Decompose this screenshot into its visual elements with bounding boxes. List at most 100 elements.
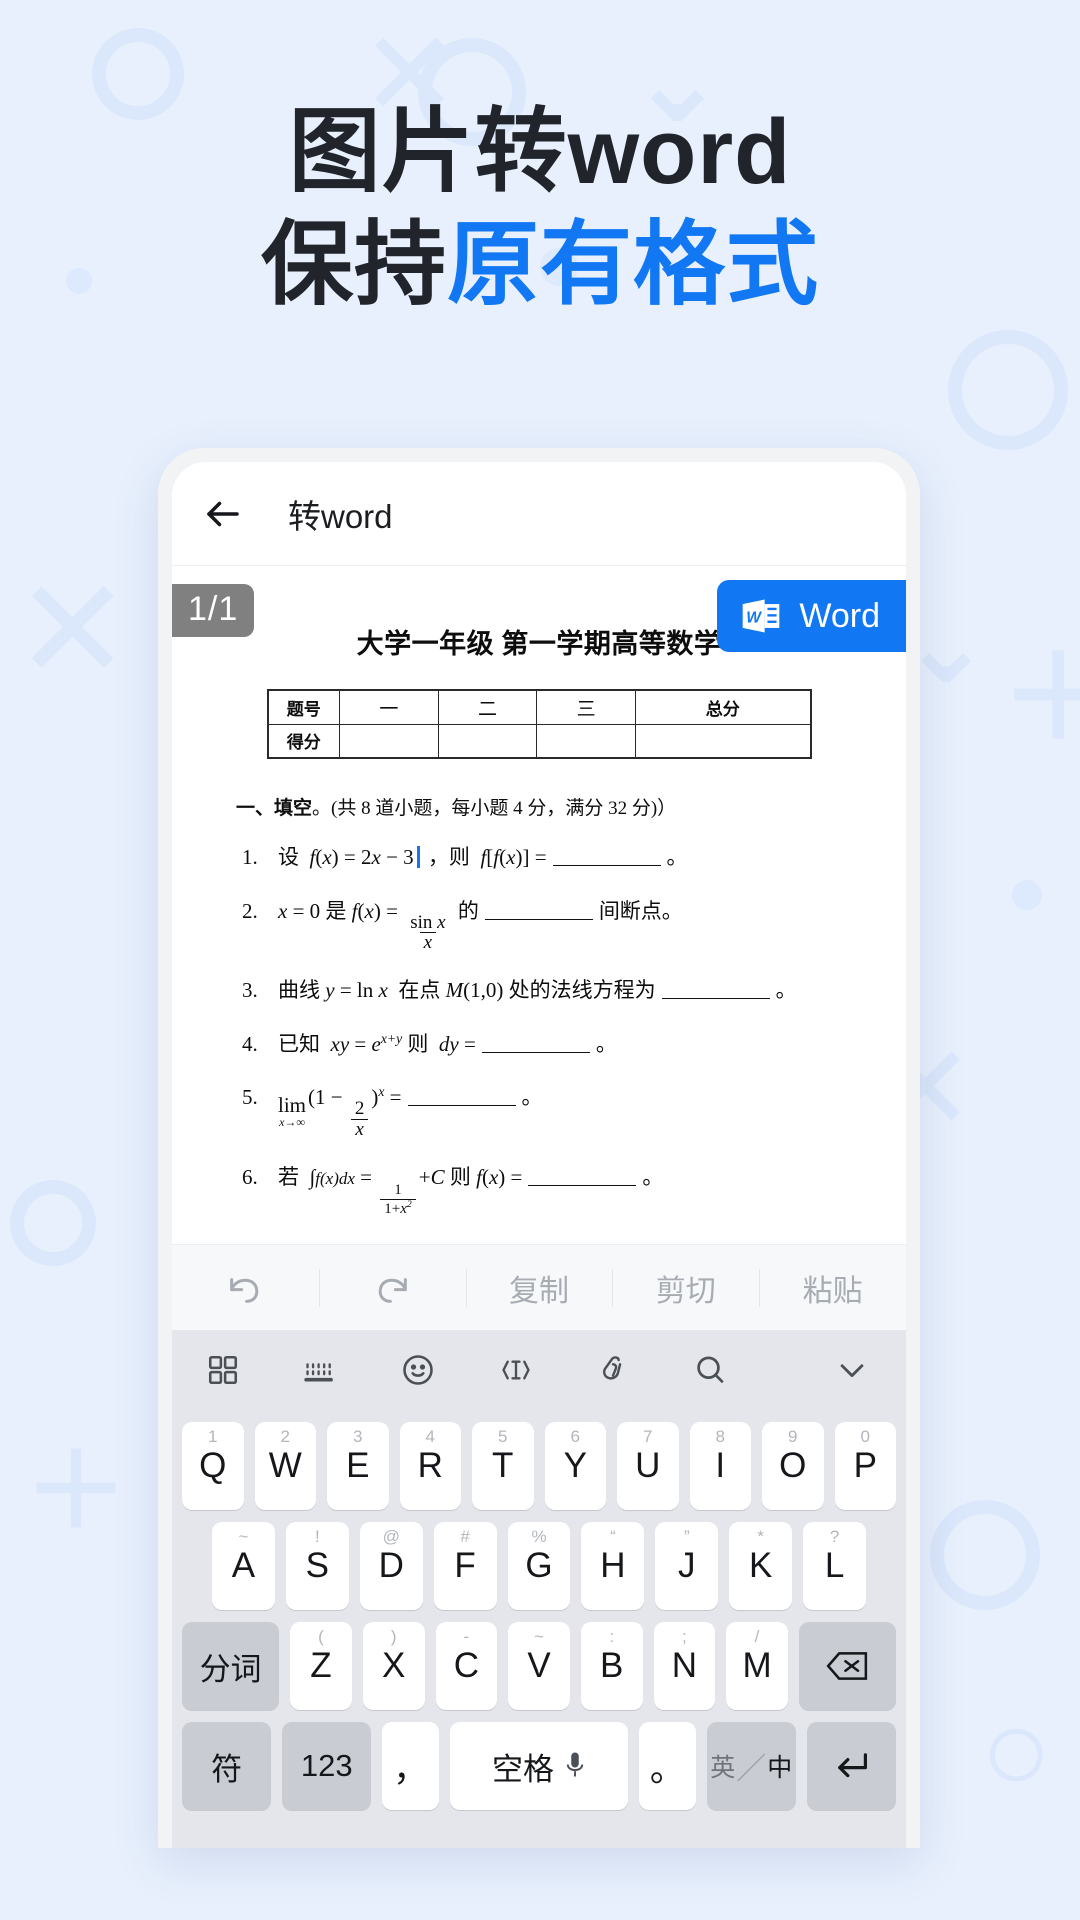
word-logo-icon: W	[743, 599, 780, 633]
table-cell: 三	[536, 689, 636, 725]
key-o[interactable]: 9O	[762, 1422, 824, 1510]
key-space-label: 空格	[492, 1751, 554, 1787]
key-e[interactable]: 3E	[327, 1422, 389, 1510]
key-u[interactable]: 7U	[617, 1422, 679, 1510]
key-sup: 5	[498, 1427, 508, 1446]
paste-button[interactable]: 粘贴	[759, 1265, 906, 1311]
key-label: E	[346, 1446, 370, 1485]
cut-button[interactable]: 剪切	[612, 1265, 759, 1311]
search-icon[interactable]	[692, 1352, 728, 1388]
deco-ring	[930, 1500, 1040, 1610]
key-comma[interactable]: ，	[382, 1722, 439, 1810]
key-label: R	[417, 1446, 443, 1485]
deco-dot	[1012, 880, 1042, 910]
key-w[interactable]: 2W	[254, 1422, 316, 1510]
answer-blank	[552, 865, 661, 866]
undo-button[interactable]	[172, 1265, 319, 1311]
key-label: X	[381, 1646, 406, 1685]
key-enter[interactable]	[806, 1722, 896, 1810]
question-body: 已知 xy = ex+y 则 dy =。	[278, 1030, 617, 1056]
document-viewer[interactable]: 1/1 W Word 大学一年级 第一学期高等数学 题号 一 二 三 总分 得分…	[172, 566, 906, 1244]
question-body: lim x→∞ (1 − 2 x)x =。	[278, 1084, 543, 1141]
key-sup: 0	[860, 1427, 870, 1446]
key-s[interactable]: ! S	[285, 1522, 349, 1610]
key-sup: “	[610, 1527, 616, 1546]
redo-button[interactable]	[318, 1265, 466, 1311]
key-word-split[interactable]: 分词	[181, 1622, 280, 1710]
key-a[interactable]: ~ A	[212, 1522, 275, 1610]
clipboard-icon[interactable]	[596, 1352, 630, 1388]
svg-text:W: W	[747, 609, 763, 626]
backspace-icon	[826, 1652, 868, 1680]
copy-button[interactable]: 复制	[465, 1265, 613, 1311]
key-sup: ~	[238, 1527, 249, 1546]
key-y[interactable]: 6Y	[544, 1422, 606, 1510]
question-item: 5. lim x→∞ (1 − 2 x)x =。	[242, 1082, 862, 1140]
page-counter-badge: 1/1	[172, 584, 255, 637]
table-row: 题号 一 二 三 总分	[267, 689, 812, 725]
key-label: C	[453, 1646, 479, 1685]
headline-line-2: 保持原有格式	[0, 209, 1080, 322]
phone-screen: 转word 1/1 W Word 大学一年级 第一学期高等数学 题号 一 二 三…	[172, 462, 906, 1848]
edit-toolbar: 复制 剪切 粘贴	[172, 1244, 906, 1330]
keyboard-row-3: 分词 (Z ) X -C ~ V :B ; N / M	[172, 1622, 906, 1710]
key-d[interactable]: @ D	[359, 1522, 423, 1610]
page-title: 转word	[288, 497, 393, 535]
key-x[interactable]: ) X	[362, 1622, 425, 1710]
keyboard-icon[interactable]	[302, 1353, 338, 1387]
key-sup: -	[463, 1627, 470, 1646]
headline-line-2-accent: 原有格式	[447, 214, 820, 317]
key-sup: 6	[570, 1427, 580, 1446]
answer-blank	[407, 1105, 516, 1107]
text-caret	[416, 846, 420, 868]
document-page: 大学一年级 第一学期高等数学 题号 一 二 三 总分 得分 一、填空。(共 8 …	[172, 566, 906, 1218]
key-c[interactable]: -C	[435, 1622, 498, 1710]
key-label: I	[715, 1446, 726, 1485]
question-list: 1. 设 f(x) = 2x − 3 ，则 f[f(x)] =。 2. x = …	[242, 842, 862, 1218]
export-word-button[interactable]: W Word	[717, 580, 906, 652]
table-cell	[536, 723, 636, 759]
fraction: 2x	[351, 1099, 369, 1140]
key-symbols[interactable]: 符	[182, 1722, 272, 1810]
key-j[interactable]: ” J	[655, 1522, 719, 1610]
emoji-icon[interactable]	[400, 1352, 436, 1388]
key-n[interactable]: ; N	[653, 1622, 716, 1710]
key-period[interactable]: 。	[639, 1722, 696, 1810]
key-z[interactable]: (Z	[290, 1622, 352, 1710]
key-label: L	[824, 1546, 845, 1585]
key-space[interactable]: 空格	[449, 1722, 629, 1810]
key-numbers[interactable]: 123	[282, 1722, 372, 1810]
deco-ring	[948, 330, 1068, 450]
key-label: W	[268, 1446, 302, 1485]
grid-icon[interactable]	[206, 1353, 240, 1387]
key-t[interactable]: 5T	[472, 1422, 534, 1510]
answer-blank	[528, 1185, 637, 1187]
answer-blank	[661, 998, 770, 1000]
key-f[interactable]: # F	[433, 1522, 497, 1610]
key-i[interactable]: 8I	[689, 1422, 751, 1510]
chevron-down-icon[interactable]	[832, 1353, 872, 1387]
deco-ring	[10, 1180, 96, 1266]
key-label: J	[678, 1546, 696, 1585]
key-label: V	[527, 1646, 551, 1685]
key-r[interactable]: 4R	[399, 1422, 461, 1510]
key-m[interactable]: / M	[726, 1622, 788, 1710]
key-sup: )	[390, 1627, 397, 1646]
key-v[interactable]: ~ V	[508, 1622, 570, 1710]
key-label: P	[853, 1446, 877, 1485]
keyboard-row-2: ~ A ! S @ D # F % G “H ” J * K ? L	[172, 1522, 906, 1610]
key-b[interactable]: :B	[580, 1622, 643, 1710]
back-button[interactable]	[202, 493, 258, 535]
key-backspace[interactable]	[798, 1622, 897, 1710]
key-p[interactable]: 0P	[834, 1422, 896, 1510]
fraction: 1 1+x2	[380, 1182, 416, 1218]
key-language-toggle[interactable]: 英 ／ 中	[706, 1722, 796, 1810]
arrow-left-icon	[207, 501, 239, 526]
key-g[interactable]: % G	[507, 1522, 571, 1610]
key-l[interactable]: ? L	[803, 1522, 867, 1610]
key-sup: ”	[683, 1527, 690, 1546]
key-h[interactable]: “H	[581, 1522, 645, 1610]
text-cursor-icon[interactable]	[498, 1352, 534, 1388]
key-k[interactable]: * K	[729, 1522, 793, 1610]
key-q[interactable]: 1Q	[182, 1422, 244, 1510]
